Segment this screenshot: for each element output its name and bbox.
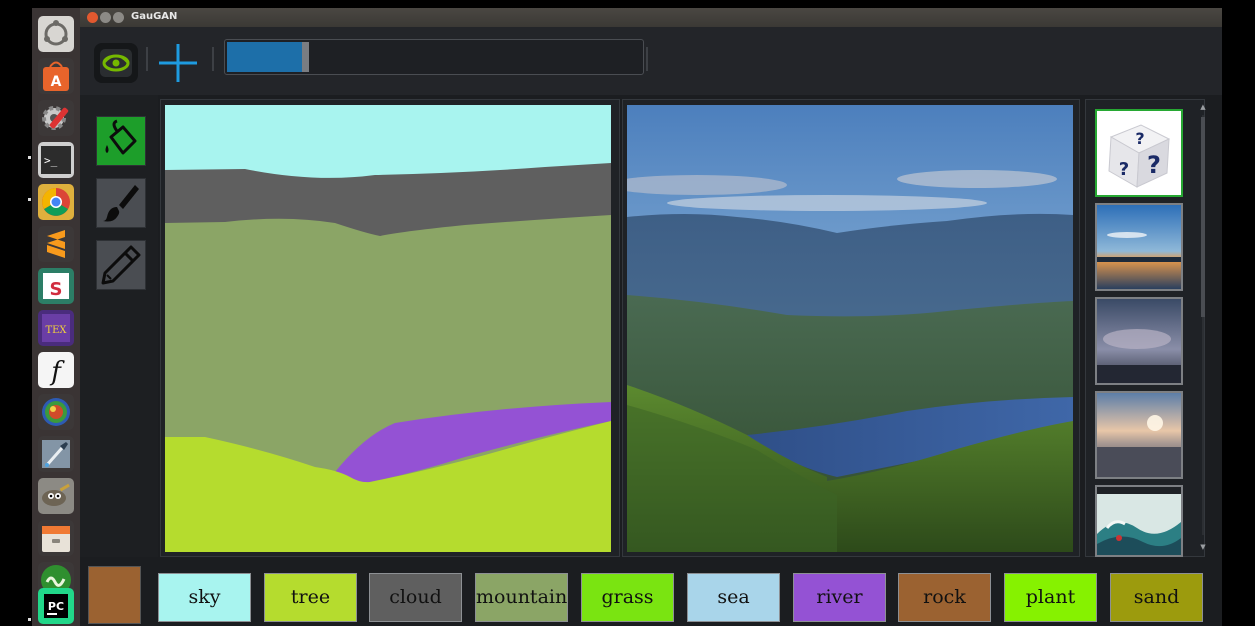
style-scrollbar[interactable]: ▲ ▼ — [1199, 103, 1207, 553]
scroll-up-icon[interactable]: ▲ — [1199, 103, 1207, 111]
gaugan-window: GauGAN ? ? ? ▲ ▼ sky tree cloud mountain… — [80, 8, 1222, 626]
window-title: GauGAN — [131, 11, 178, 22]
brush-tool[interactable] — [96, 178, 146, 228]
desktop-screen: A >_ S TEX f PC GauGAN ? ? ? ▲ ▼ sky tre… — [0, 0, 1255, 626]
progress-bar-handle[interactable] — [302, 42, 309, 72]
label-rock[interactable]: rock — [898, 573, 991, 622]
texmaker-icon[interactable]: TEX — [38, 310, 74, 346]
toolbar-separator — [646, 47, 648, 71]
cloudy-dusk-thumbnail[interactable] — [1095, 297, 1183, 385]
scroll-thumb[interactable] — [1201, 117, 1205, 317]
chrome-icon[interactable] — [38, 184, 74, 220]
unity-launcher: A >_ S TEX f PC — [28, 8, 80, 626]
sublime-text-icon[interactable] — [38, 226, 74, 262]
tool-panel — [80, 95, 158, 557]
svg-text:PC: PC — [48, 600, 64, 613]
pencil-tool[interactable] — [96, 240, 146, 290]
label-mountain[interactable]: mountain — [475, 573, 568, 622]
system-settings-icon[interactable] — [38, 100, 74, 136]
label-sky[interactable]: sky — [158, 573, 251, 622]
progress-bar — [224, 39, 644, 75]
label-plant[interactable]: plant — [1004, 573, 1097, 622]
close-button[interactable] — [87, 12, 98, 23]
minimize-button[interactable] — [100, 12, 111, 23]
label-sea[interactable]: sea — [687, 573, 780, 622]
title-bar[interactable]: GauGAN — [80, 8, 1222, 27]
svg-text:S: S — [50, 279, 63, 300]
add-icon[interactable] — [156, 43, 200, 83]
label-river[interactable]: river — [793, 573, 886, 622]
paint-bucket-tool[interactable] — [96, 116, 146, 166]
nvidia-logo-icon — [94, 43, 138, 83]
label-grass[interactable]: grass — [581, 573, 674, 622]
segmentation-canvas[interactable] — [163, 102, 613, 552]
brush-icon — [103, 185, 139, 222]
label-tree[interactable]: tree — [264, 573, 357, 622]
font-manager-icon[interactable]: f — [38, 352, 74, 388]
label-cloud[interactable]: cloud — [369, 573, 462, 622]
paint-bucket-icon — [105, 119, 137, 155]
svg-text:A: A — [51, 74, 62, 90]
svg-text:TEX: TEX — [45, 325, 67, 336]
archive-manager-icon[interactable] — [38, 520, 74, 556]
svg-text:?: ? — [1147, 151, 1161, 179]
toolbar-separator — [146, 47, 148, 71]
current-color-swatch — [88, 566, 141, 624]
terminal-icon[interactable]: >_ — [38, 142, 74, 178]
dice-icon: ? ? ? — [1097, 111, 1181, 195]
progress-bar-fill — [227, 42, 302, 72]
eyedropper-icon[interactable] — [38, 436, 74, 472]
scroll-down-icon[interactable]: ▼ — [1199, 543, 1207, 551]
software-center-icon[interactable]: A — [38, 58, 74, 94]
running-indicator — [28, 198, 31, 201]
pencil-icon — [101, 245, 141, 285]
generated-image — [607, 105, 1073, 552]
maximize-button[interactable] — [113, 12, 124, 23]
toolbar-separator — [212, 47, 214, 71]
gimp-icon[interactable] — [38, 478, 74, 514]
color-app-icon[interactable] — [38, 394, 74, 430]
svg-text:>_: >_ — [44, 154, 58, 167]
ubuntu-dash-icon[interactable] — [38, 16, 74, 52]
label-sand[interactable]: sand — [1110, 573, 1203, 622]
pycharm-icon[interactable]: PC — [38, 588, 74, 624]
wave-painting-thumbnail[interactable] — [1095, 485, 1183, 557]
toolbar — [80, 27, 1222, 95]
running-indicator — [28, 156, 31, 159]
sunset-lake-thumbnail[interactable] — [1095, 203, 1183, 291]
city-sunset-thumbnail[interactable] — [1095, 391, 1183, 479]
svg-text:?: ? — [1119, 159, 1129, 180]
svg-text:?: ? — [1135, 129, 1144, 148]
slack-icon[interactable]: S — [38, 268, 74, 304]
random-style-thumbnail[interactable]: ? ? ? — [1095, 109, 1183, 197]
running-indicator — [28, 618, 31, 621]
